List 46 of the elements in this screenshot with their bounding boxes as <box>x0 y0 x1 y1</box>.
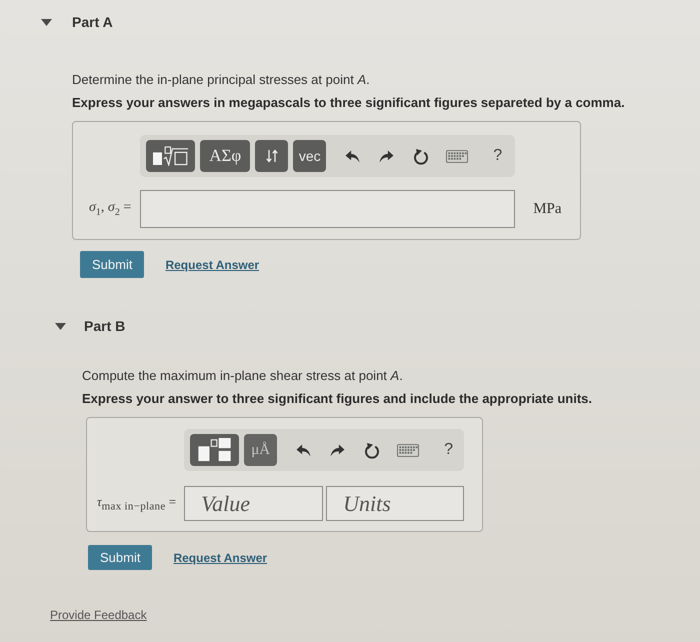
vector-button[interactable]: vec <box>293 140 326 172</box>
reset-button[interactable] <box>364 442 380 458</box>
fraction-template-icon <box>198 438 232 462</box>
redo-button[interactable] <box>379 150 394 162</box>
request-answer-link[interactable]: Request Answer <box>173 550 268 564</box>
answer-label: σ$_{1}$, σ$_{2}$ = <box>89 200 132 218</box>
request-answer-link[interactable]: Request Answer <box>165 258 260 272</box>
units-field[interactable]: Units <box>326 486 464 521</box>
help-button[interactable]: ? <box>444 441 454 459</box>
redo-icon <box>330 444 346 456</box>
reset-icon <box>364 442 380 458</box>
swap-arrows-icon <box>266 149 278 163</box>
question-text: Compute the maximum in-plane shear stress at point A. <box>82 367 403 385</box>
undo-icon <box>296 444 312 456</box>
root-template-icon <box>152 146 189 166</box>
caret-icon[interactable] <box>55 322 66 330</box>
provide-feedback-link[interactable]: Provide Feedback <box>50 608 147 622</box>
value-field[interactable]: Value <box>184 486 324 521</box>
submit-button[interactable]: Submit <box>88 545 152 570</box>
caret-icon[interactable] <box>41 18 52 26</box>
undo-button[interactable] <box>296 444 312 456</box>
templates-button[interactable] <box>190 434 240 466</box>
keyboard-button[interactable] <box>397 444 420 456</box>
reset-icon <box>413 148 430 164</box>
reset-button[interactable] <box>413 148 430 164</box>
help-button[interactable]: ? <box>493 147 502 165</box>
answer-field[interactable] <box>140 190 516 228</box>
submit-button[interactable]: Submit <box>80 251 144 278</box>
question-text: Determine the in-plane principal stresses at point A. <box>72 71 370 89</box>
keyboard-icon <box>397 444 420 456</box>
part-title: Part B <box>84 318 126 334</box>
keyboard-button[interactable] <box>446 150 468 162</box>
instruction-text: Express your answer to three significant figures and include the appropriate units. <box>82 390 592 408</box>
templates-button[interactable] <box>146 140 196 172</box>
undo-button[interactable] <box>345 150 360 162</box>
answer-label: τ$_{max in−plane}$ = <box>97 494 178 513</box>
keyboard-icon <box>446 150 468 162</box>
swap-button[interactable] <box>255 140 288 172</box>
part-title: Part A <box>72 14 113 30</box>
units-button[interactable]: μÅ <box>244 434 278 466</box>
undo-icon <box>345 150 360 162</box>
greek-symbols-button[interactable]: ΑΣφ <box>200 140 250 172</box>
units-label: MPa <box>533 200 562 218</box>
redo-button[interactable] <box>330 444 346 456</box>
redo-icon <box>379 150 394 162</box>
instruction-text: Express your answers in megapascals to three significant figures separeted by a comma. <box>72 94 625 112</box>
